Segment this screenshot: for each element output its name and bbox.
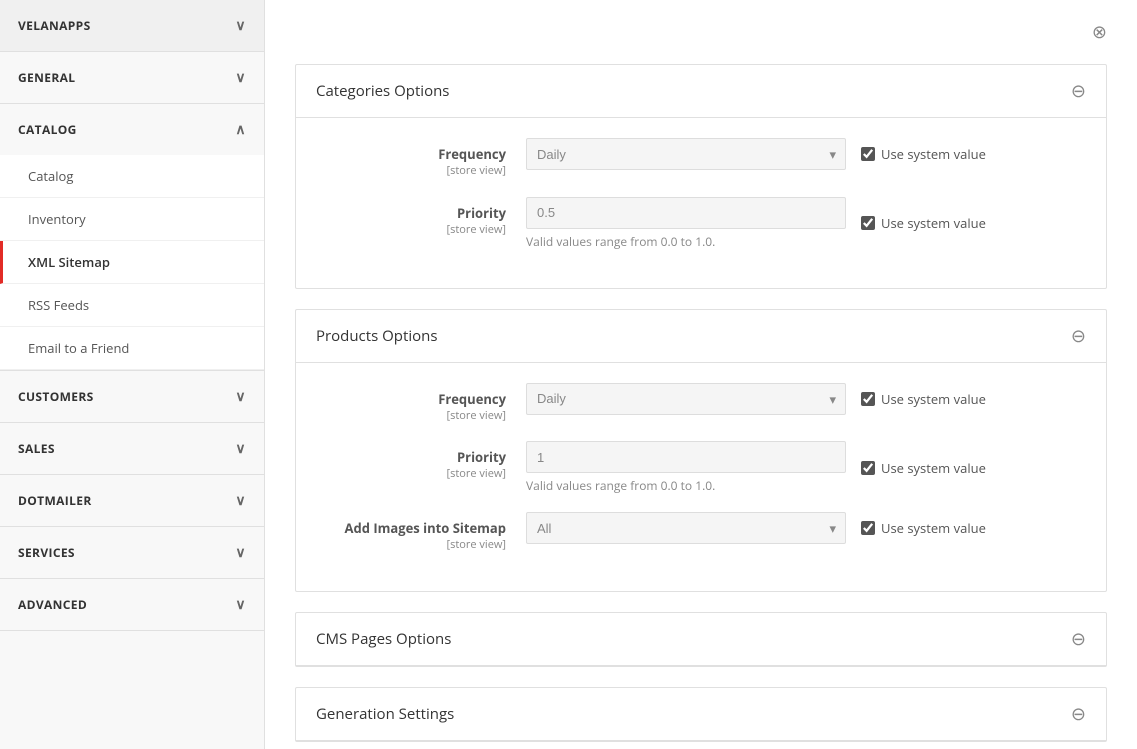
sidebar-label-advanced: ADVANCED [18,596,87,613]
sidebar-section-customers: CUSTOMERS ∨ [0,371,264,423]
select-cat-frequency[interactable]: DailyWeeklyMonthlyYearlyNever [526,138,846,170]
sidebar-label-sales: SALES [18,440,55,457]
form-row-prod-priority: Priority[store view]Valid values range f… [326,441,1076,494]
section-panel-generation-settings: Generation Settings ⊖ [295,687,1107,742]
section-title-products-options: Products Options [316,326,437,346]
form-label-prod-priority: Priority[store view] [326,441,526,482]
collapse-icon-cms-pages-options[interactable]: ⊖ [1071,627,1086,651]
sidebar-item-inventory-item[interactable]: Inventory [0,198,264,241]
select-prod-frequency[interactable]: DailyWeeklyMonthlyYearlyNever [526,383,846,415]
sidebar-section-general: GENERAL ∨ [0,52,264,104]
section-panel-products-options: Products Options ⊖ Frequency[store view]Da… [295,309,1107,592]
form-control-prod-images: AllNoneBase Only Use system value [526,512,1076,544]
sidebar-header-customers[interactable]: CUSTOMERS ∨ [0,371,264,422]
sidebar-header-dotmailer[interactable]: DOTMAILER ∨ [0,475,264,526]
form-control-prod-priority: Valid values range from 0.0 to 1.0. Use s… [526,441,1076,494]
use-system-label-cat-frequency: Use system value [881,145,986,163]
section-body-products-options: Frequency[store view]DailyWeeklyMonthlyY… [296,363,1106,591]
section-panel-cms-pages-options: CMS Pages Options ⊖ [295,612,1107,667]
page-collapse-icon[interactable]: ⊗ [1092,20,1107,44]
section-header-categories-options[interactable]: Categories Options ⊖ [296,65,1106,118]
sidebar-section-sales: SALES ∨ [0,423,264,475]
sidebar-subitems-catalog: CatalogInventoryXML SitemapRSS FeedsEmai… [0,155,264,370]
form-row-prod-images: Add Images into Sitemap[store view]AllNo… [326,512,1076,553]
use-system-checkbox-cat-frequency[interactable] [861,147,875,161]
use-system-wrap-prod-frequency: Use system value [861,390,986,408]
sidebar-header-services[interactable]: SERVICES ∨ [0,527,264,578]
sidebar-item-email-friend-item[interactable]: Email to a Friend [0,327,264,370]
use-system-label-cat-priority: Use system value [881,214,986,232]
sidebar-section-advanced: ADVANCED ∨ [0,579,264,631]
form-control-cat-frequency: DailyWeeklyMonthlyYearlyNever Use system … [526,138,1076,170]
sidebar-label-velanapps: VELANAPPS [18,17,91,34]
section-header-generation-settings[interactable]: Generation Settings ⊖ [296,688,1106,741]
sidebar-label-services: SERVICES [18,544,75,561]
use-system-wrap-cat-frequency: Use system value [861,145,986,163]
use-system-checkbox-prod-images[interactable] [861,521,875,535]
chevron-icon-services: ∨ [235,543,246,562]
chevron-icon-general: ∨ [235,68,246,87]
section-body-categories-options: Frequency[store view]DailyWeeklyMonthlyY… [296,118,1106,288]
form-row-cat-priority: Priority[store view]Valid values range f… [326,197,1076,250]
section-header-products-options[interactable]: Products Options ⊖ [296,310,1106,363]
section-title-categories-options: Categories Options [316,81,449,101]
section-panel-categories-options: Categories Options ⊖ Frequency[store view]… [295,64,1107,289]
select-prod-images[interactable]: AllNoneBase Only [526,512,846,544]
section-title-generation-settings: Generation Settings [316,704,454,724]
use-system-wrap-prod-priority: Use system value [861,459,986,477]
sidebar-label-general: GENERAL [18,69,75,86]
sidebar-section-dotmailer: DOTMAILER ∨ [0,475,264,527]
sidebar-header-general[interactable]: GENERAL ∨ [0,52,264,103]
hint-prod-priority: Valid values range from 0.0 to 1.0. [526,477,846,494]
sidebar-section-services: SERVICES ∨ [0,527,264,579]
use-system-wrap-prod-images: Use system value [861,519,986,537]
sidebar-label-customers: CUSTOMERS [18,388,94,405]
use-system-checkbox-prod-priority[interactable] [861,461,875,475]
chevron-icon-customers: ∨ [235,387,246,406]
form-row-cat-frequency: Frequency[store view]DailyWeeklyMonthlyY… [326,138,1076,179]
page-title: ⊗ [295,20,1107,44]
chevron-icon-dotmailer: ∨ [235,491,246,510]
section-title-cms-pages-options: CMS Pages Options [316,629,451,649]
chevron-icon-sales: ∨ [235,439,246,458]
form-label-cat-frequency: Frequency[store view] [326,138,526,179]
chevron-icon-velanapps: ∨ [235,16,246,35]
chevron-icon-advanced: ∨ [235,595,246,614]
use-system-wrap-cat-priority: Use system value [861,214,986,232]
sidebar: VELANAPPS ∨ GENERAL ∨ CATALOG ∧ CatalogInvento… [0,0,265,749]
hint-cat-priority: Valid values range from 0.0 to 1.0. [526,233,846,250]
sidebar-item-xml-sitemap-item[interactable]: XML Sitemap [0,241,264,284]
use-system-checkbox-cat-priority[interactable] [861,216,875,230]
sidebar-label-catalog: CATALOG [18,121,77,138]
use-system-label-prod-frequency: Use system value [881,390,986,408]
section-header-cms-pages-options[interactable]: CMS Pages Options ⊖ [296,613,1106,666]
form-row-prod-frequency: Frequency[store view]DailyWeeklyMonthlyY… [326,383,1076,424]
sidebar-item-catalog-item[interactable]: Catalog [0,155,264,198]
use-system-label-prod-priority: Use system value [881,459,986,477]
main-content: ⊗ Categories Options ⊖ Frequency[store vie… [265,0,1137,749]
sidebar-section-velanapps: VELANAPPS ∨ [0,0,264,52]
sidebar-item-rss-feeds-item[interactable]: RSS Feeds [0,284,264,327]
sidebar-header-advanced[interactable]: ADVANCED ∨ [0,579,264,630]
form-label-prod-frequency: Frequency[store view] [326,383,526,424]
sidebar-label-dotmailer: DOTMAILER [18,492,92,509]
form-label-cat-priority: Priority[store view] [326,197,526,238]
form-control-cat-priority: Valid values range from 0.0 to 1.0. Use s… [526,197,1076,250]
use-system-label-prod-images: Use system value [881,519,986,537]
input-prod-priority[interactable] [526,441,846,473]
form-control-prod-frequency: DailyWeeklyMonthlyYearlyNever Use system … [526,383,1076,415]
form-label-prod-images: Add Images into Sitemap[store view] [326,512,526,553]
input-cat-priority[interactable] [526,197,846,229]
sidebar-header-velanapps[interactable]: VELANAPPS ∨ [0,0,264,51]
sidebar-header-sales[interactable]: SALES ∨ [0,423,264,474]
collapse-icon-categories-options[interactable]: ⊖ [1071,79,1086,103]
collapse-icon-generation-settings[interactable]: ⊖ [1071,702,1086,726]
sidebar-section-catalog: CATALOG ∧ CatalogInventoryXML SitemapRSS F… [0,104,264,371]
chevron-icon-catalog: ∧ [235,120,246,139]
use-system-checkbox-prod-frequency[interactable] [861,392,875,406]
sidebar-header-catalog[interactable]: CATALOG ∧ [0,104,264,155]
collapse-icon-products-options[interactable]: ⊖ [1071,324,1086,348]
